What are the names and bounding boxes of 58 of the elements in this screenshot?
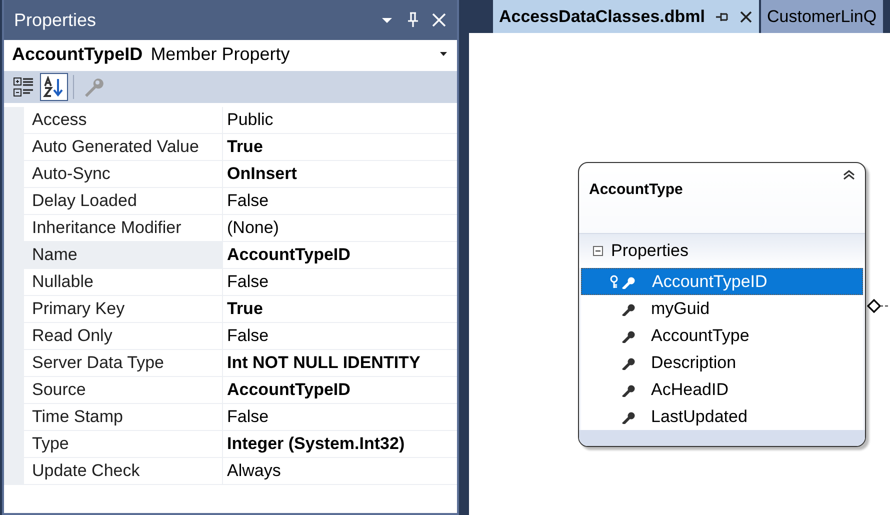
close-icon[interactable] xyxy=(739,10,754,24)
property-value[interactable]: False xyxy=(223,269,457,295)
caret-icon xyxy=(439,50,449,58)
property-name[interactable]: Primary Key xyxy=(24,296,223,322)
member-row[interactable]: Description xyxy=(581,349,863,376)
collapse-icon[interactable] xyxy=(843,169,855,181)
tab-label: AccessDataClasses.dbml xyxy=(499,6,706,26)
property-value[interactable]: False xyxy=(223,188,457,214)
property-value[interactable]: AccountTypeID xyxy=(223,242,457,268)
property-name[interactable]: Update Check xyxy=(24,458,223,484)
property-name[interactable]: Delay Loaded xyxy=(24,188,223,214)
property-value[interactable]: AccountTypeID xyxy=(223,377,457,403)
property-value[interactable]: Int NOT NULL IDENTITY xyxy=(223,350,457,376)
wrench-icon xyxy=(621,410,635,424)
document-tab[interactable]: CustomerLinQ xyxy=(761,0,883,33)
wrench-icon xyxy=(621,302,635,316)
property-value[interactable]: False xyxy=(223,323,457,349)
property-value[interactable]: Integer (System.Int32) xyxy=(223,431,457,457)
entity-card[interactable]: AccountType Properties AccountTypeID myGuid AccountType Description AcHeadID LastUpdated xyxy=(578,162,866,447)
wrench-icon xyxy=(621,328,635,342)
property-name[interactable]: Read Only xyxy=(24,323,223,349)
wrench-icon xyxy=(621,382,635,396)
property-name[interactable]: Nullable xyxy=(24,269,223,295)
member-row[interactable]: AccountType xyxy=(581,322,863,349)
tab-label: CustomerLinQ xyxy=(767,6,877,26)
property-value[interactable]: (None) xyxy=(223,215,457,241)
property-name[interactable]: Server Data Type xyxy=(24,350,223,376)
document-tab[interactable]: AccessDataClasses.dbml xyxy=(493,0,760,33)
property-value[interactable]: Public xyxy=(223,107,457,133)
member-row[interactable]: myGuid xyxy=(581,295,863,322)
object-name: AccountTypeID xyxy=(12,44,143,64)
object-type: Member Property xyxy=(150,44,291,64)
property-value[interactable]: False xyxy=(223,404,457,430)
collapse-icon[interactable] xyxy=(593,246,603,256)
property-name[interactable]: Source xyxy=(24,377,223,403)
section-label: Properties xyxy=(611,241,688,261)
property-name[interactable]: Auto Generated Value xyxy=(24,134,223,160)
panel-title: Properties xyxy=(14,10,98,30)
object-selector[interactable]: AccountTypeID Member Property xyxy=(4,40,457,68)
key-wrench-icon xyxy=(610,274,636,288)
property-value[interactable]: True xyxy=(223,134,457,160)
member-row[interactable]: LastUpdated xyxy=(581,403,863,430)
property-name[interactable]: Auto-Sync xyxy=(24,161,223,187)
pin-icon[interactable] xyxy=(405,12,421,28)
property-name[interactable]: Access xyxy=(24,107,223,133)
entity-title: AccountType xyxy=(589,181,683,200)
property-name[interactable]: Time Stamp xyxy=(24,404,223,430)
wrench-icon xyxy=(621,356,635,370)
member-row[interactable]: AccountTypeID xyxy=(581,268,863,295)
property-value[interactable]: Always xyxy=(223,458,457,484)
association-connector[interactable] xyxy=(867,299,890,313)
sort-button[interactable] xyxy=(40,73,68,101)
property-name[interactable]: Name xyxy=(24,242,223,268)
property-name[interactable]: Inheritance Modifier xyxy=(24,215,223,241)
member-row[interactable]: AcHeadID xyxy=(581,376,863,403)
property-value[interactable]: OnInsert xyxy=(223,161,457,187)
property-value[interactable]: True xyxy=(223,296,457,322)
property-name[interactable]: Type xyxy=(24,431,223,457)
